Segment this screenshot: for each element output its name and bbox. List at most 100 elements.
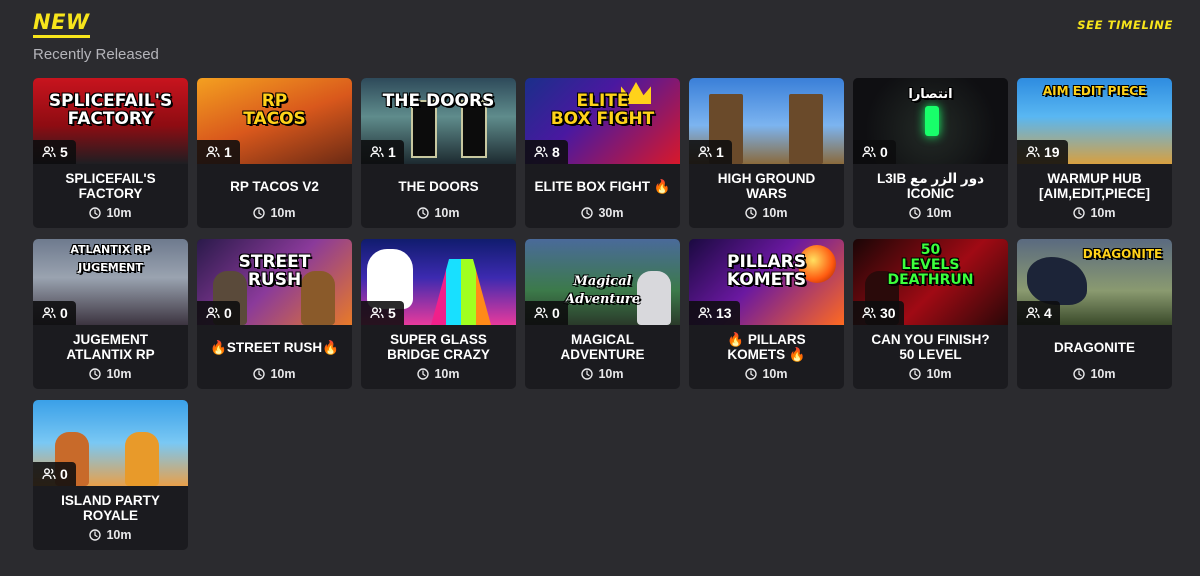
playtime: 10m: [525, 365, 680, 389]
playtime-value: 10m: [762, 367, 788, 381]
player-count-badge: 1: [197, 140, 240, 164]
island-name: DRAGONITE: [1054, 339, 1135, 355]
players-icon: [370, 307, 384, 319]
playtime: 10m: [853, 365, 1008, 389]
glowing-portal-icon: [925, 106, 939, 136]
player-count: 4: [1044, 305, 1052, 321]
thumbnail-title: DRAGONITE: [1082, 247, 1163, 261]
island-card[interactable]: RP TACOS 1 RP TACOS V2 10m: [197, 78, 352, 228]
player-count-badge: 5: [361, 301, 404, 325]
playtime-value: 10m: [598, 367, 624, 381]
island-thumbnail: RP TACOS 1: [197, 78, 352, 164]
island-card[interactable]: Magical Adventure 0 MAGICAL ADVENTURE 10m: [525, 239, 680, 389]
playtime: 10m: [197, 365, 352, 389]
island-card[interactable]: SPLICEFAIL'S FACTORY 5 SPLICEFAIL'S FACTOR…: [33, 78, 188, 228]
island-card[interactable]: DRAGONITE 4 DRAGONITE 10m: [1017, 239, 1172, 389]
dragon-art: [1027, 257, 1087, 305]
island-name: RP TACOS V2: [230, 178, 319, 194]
island-thumbnail: DRAGONITE 4: [1017, 239, 1172, 325]
island-name: WARMUP HUB [AIM,EDIT,PIECE]: [1038, 171, 1150, 201]
playtime-value: 10m: [106, 367, 132, 381]
playtime-value: 10m: [1090, 367, 1116, 381]
player-count: 1: [716, 144, 724, 160]
island-name: L3IB دور الزر مع ICONIC: [876, 171, 985, 201]
island-name: JUGEMENT ATLANTIX RP: [66, 332, 155, 362]
island-name: CAN YOU FINISH? 50 LEVEL: [871, 332, 990, 362]
playtime-value: 10m: [106, 206, 132, 220]
island-thumbnail: ELITE BOX FIGHT 8: [525, 78, 680, 164]
player-count: 8: [552, 144, 560, 160]
thumbnail-title: THE DOORS: [382, 91, 495, 111]
island-name: 🔥 PILLARS KOMETS 🔥: [727, 332, 806, 362]
island-card[interactable]: AIM EDIT PIECE 19 WARMUP HUB [AIM,EDIT,PIE…: [1017, 78, 1172, 228]
player-count-badge: 0: [33, 462, 76, 486]
player-count: 5: [60, 144, 68, 160]
clock-icon: [417, 368, 430, 380]
island-card[interactable]: 5 SUPER GLASS BRIDGE CRAZY 10m: [361, 239, 516, 389]
island-card[interactable]: ELITE BOX FIGHT 8 ELITE BOX FIGHT 🔥 30m: [525, 78, 680, 228]
clock-icon: [89, 207, 102, 219]
thumbnail-title: RP TACOS: [243, 91, 306, 129]
clock-icon: [89, 529, 102, 541]
island-card[interactable]: 0 ISLAND PARTY ROYALE 10m: [33, 400, 188, 550]
player-count: 13: [716, 305, 732, 321]
playtime-value: 10m: [762, 206, 788, 220]
player-count-badge: 30: [853, 301, 904, 325]
island-card[interactable]: ATLANTIX RP JUGEMENT 0 JUGEMENT ATLANTIX R…: [33, 239, 188, 389]
section-subtitle: Recently Released: [33, 46, 159, 63]
player-count-badge: 0: [525, 301, 568, 325]
clock-icon: [1073, 207, 1086, 219]
players-icon: [1026, 307, 1040, 319]
island-card[interactable]: 1 HIGH GROUND WARS 10m: [689, 78, 844, 228]
thumbnail-title: AIM EDIT PIECE: [1042, 84, 1147, 98]
island-name: ISLAND PARTY ROYALE: [61, 493, 160, 523]
player-count: 19: [1044, 144, 1060, 160]
players-icon: [862, 307, 876, 319]
island-card[interactable]: THE DOORS 1 THE DOORS 10m: [361, 78, 516, 228]
players-icon: [1026, 146, 1040, 158]
playtime-value: 10m: [270, 206, 296, 220]
player-count-badge: 8: [525, 140, 568, 164]
see-timeline-link[interactable]: SEE TIMELINE: [1077, 18, 1173, 32]
playtime: 10m: [33, 365, 188, 389]
clock-icon: [745, 207, 758, 219]
thumbnail-title: PILLARS KOMETS: [726, 252, 807, 290]
clock-icon: [1073, 368, 1086, 380]
thumbnail-title: ELITE BOX FIGHT: [550, 91, 655, 129]
playtime-value: 10m: [926, 367, 952, 381]
clock-icon: [89, 368, 102, 380]
player-count-badge: 1: [361, 140, 404, 164]
playtime: 10m: [1017, 204, 1172, 228]
island-card[interactable]: STREET RUSH 0 🔥STREET RUSH🔥 10m: [197, 239, 352, 389]
island-thumbnail: AIM EDIT PIECE 19: [1017, 78, 1172, 164]
thumbnail-title: انتصارا: [908, 87, 953, 102]
island-card[interactable]: PILLARS KOMETS 13 🔥 PILLARS KOMETS 🔥 10m: [689, 239, 844, 389]
playtime-value: 10m: [926, 206, 952, 220]
thumbnail-title: 50 LEVELS DEATHRUN: [887, 242, 974, 288]
island-thumbnail: 50 LEVELS DEATHRUN 30: [853, 239, 1008, 325]
clock-icon: [253, 207, 266, 219]
clock-icon: [417, 207, 430, 219]
players-icon: [206, 146, 220, 158]
players-icon: [534, 307, 548, 319]
island-name: THE DOORS: [398, 178, 479, 194]
players-icon: [698, 146, 712, 158]
playtime-value: 10m: [434, 206, 460, 220]
island-name: 🔥STREET RUSH🔥: [210, 339, 339, 355]
island-thumbnail: Magical Adventure 0: [525, 239, 680, 325]
player-count-badge: 0: [197, 301, 240, 325]
player-count: 0: [880, 144, 888, 160]
thumbnail-title: ATLANTIX RP JUGEMENT: [70, 243, 151, 274]
island-thumbnail: 0: [33, 400, 188, 486]
player-count: 0: [224, 305, 232, 321]
island-name: SUPER GLASS BRIDGE CRAZY: [387, 332, 490, 362]
player-count: 0: [60, 305, 68, 321]
island-card[interactable]: 50 LEVELS DEATHRUN 30 CAN YOU FINISH? 50 L…: [853, 239, 1008, 389]
island-thumbnail: 5: [361, 239, 516, 325]
clock-icon: [909, 368, 922, 380]
playtime: 10m: [853, 204, 1008, 228]
player-count: 5: [388, 305, 396, 321]
island-card[interactable]: انتصارا 0 L3IB دور الزر مع ICONIC 10m: [853, 78, 1008, 228]
player-count: 30: [880, 305, 896, 321]
character-art: [125, 432, 159, 486]
